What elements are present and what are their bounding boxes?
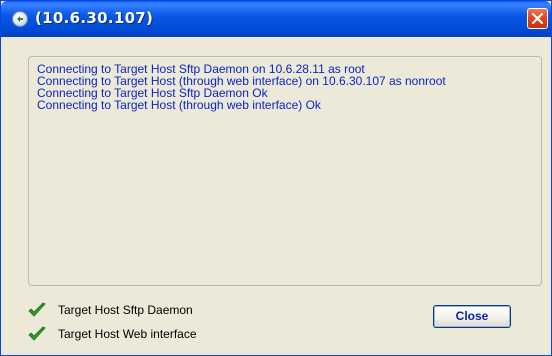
close-window-icon[interactable]	[527, 8, 548, 29]
close-button[interactable]: Close	[433, 305, 511, 328]
title-bar[interactable]: (10.6.30.107)	[1, 1, 551, 37]
log-line: Connecting to Target Host (through web i…	[37, 98, 321, 112]
checkmark-icon	[27, 325, 47, 345]
status-label: Target Host Web interface	[58, 327, 197, 341]
app-globe-icon	[12, 11, 28, 27]
log-output-panel: Connecting to Target Host Sftp Daemon on…	[28, 56, 542, 286]
checkmark-icon	[27, 301, 47, 321]
window-title: (10.6.30.107)	[35, 9, 154, 27]
status-label: Target Host Sftp Daemon	[58, 303, 193, 317]
dialog-window: (10.6.30.107) Connecting to Target Host …	[0, 0, 552, 356]
